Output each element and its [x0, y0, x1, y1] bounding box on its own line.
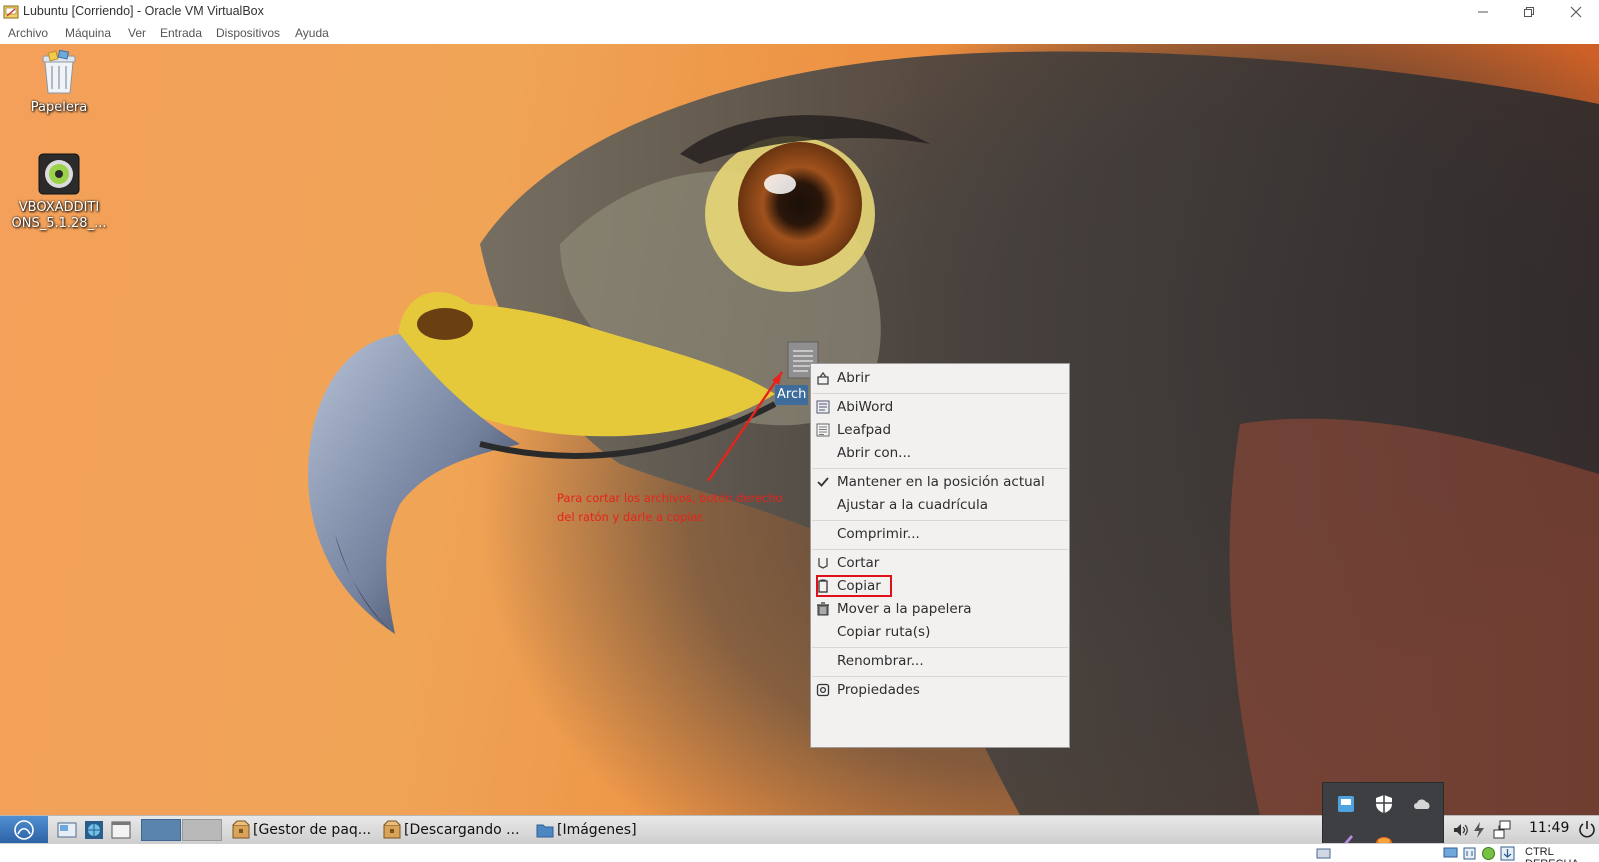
- package-manager-icon: [232, 820, 250, 839]
- network-browser-button[interactable]: [83, 819, 105, 841]
- menu-ver[interactable]: Ver: [128, 26, 146, 40]
- menu-item-comprimir[interactable]: Comprimir...: [811, 523, 1069, 546]
- menu-separator: [812, 393, 1068, 394]
- menu-item-renombrar[interactable]: Renombrar...: [811, 650, 1069, 673]
- show-desktop-icon: [57, 822, 77, 838]
- menu-item-abiword[interactable]: AbiWord: [811, 396, 1069, 419]
- network-browser-icon: [85, 821, 103, 839]
- restore-icon: [1524, 7, 1534, 17]
- virtualbox-app-icon: [3, 5, 19, 19]
- open-icon: [817, 371, 829, 385]
- shield-icon[interactable]: [1373, 793, 1395, 815]
- menu-item-abrir[interactable]: Abrir: [811, 367, 1069, 390]
- lubuntu-menu-icon: [14, 819, 34, 840]
- abiword-icon: [816, 400, 830, 414]
- usb-icon[interactable]: [1462, 846, 1477, 861]
- menu-separator: [812, 468, 1068, 469]
- properties-icon: [816, 683, 830, 697]
- check-icon: [817, 477, 829, 487]
- menu-archivo[interactable]: Archivo: [8, 26, 48, 40]
- workspace-1[interactable]: [141, 819, 181, 841]
- menu-item-mover-papelera[interactable]: Mover a la papelera: [811, 598, 1069, 621]
- taskbar: [Gestor de paq... [Descargando ... [Imág…: [0, 815, 1322, 843]
- guest-desktop[interactable]: Papelera VBOXADDITI ONS_5.1.28_... Arch …: [0, 44, 1599, 815]
- host-key-label: CTRL DERECHA: [1525, 846, 1579, 862]
- show-desktop-button[interactable]: [56, 819, 78, 841]
- annotation-line-2: del ratón y darle a copiar.: [557, 510, 705, 524]
- capture-icon[interactable]: [1500, 846, 1515, 861]
- context-menu: Abrir AbiWord Leafpad Abrir con... Mante…: [810, 363, 1070, 748]
- cloud-icon[interactable]: [1411, 793, 1433, 815]
- volume-icon[interactable]: [1452, 821, 1470, 839]
- menu-separator: [812, 520, 1068, 521]
- menu-item-propiedades[interactable]: Propiedades: [811, 679, 1069, 702]
- menubar: Archivo Máquina Ver Entrada Dispositivos…: [0, 24, 1599, 44]
- restore-button[interactable]: [1506, 0, 1552, 24]
- menu-maquina[interactable]: Máquina: [65, 26, 111, 40]
- window-button[interactable]: [110, 819, 132, 841]
- menu-dispositivos[interactable]: Dispositivos: [216, 26, 280, 40]
- cut-icon: [818, 558, 828, 569]
- close-button[interactable]: [1553, 0, 1599, 24]
- shared-folder-icon[interactable]: [1481, 846, 1496, 861]
- menu-item-cortar[interactable]: Cortar: [811, 552, 1069, 575]
- power-icon[interactable]: [1472, 821, 1486, 839]
- menu-ayuda[interactable]: Ayuda: [295, 26, 329, 40]
- menu-item-ajustar-cuadricula[interactable]: Ajustar a la cuadrícula: [811, 494, 1069, 517]
- annotation-arrow: [707, 371, 783, 482]
- menu-separator: [812, 549, 1068, 550]
- window-title: Lubuntu [Corriendo] - Oracle VM VirtualB…: [23, 4, 264, 18]
- annotation-text: Para cortar los archivos, botón derecho …: [557, 489, 817, 527]
- minimize-icon: [1478, 11, 1488, 13]
- network-icon[interactable]: [1492, 820, 1512, 840]
- window-titlebar: Lubuntu [Corriendo] - Oracle VM VirtualB…: [0, 0, 1599, 24]
- menu-item-mantener-posicion[interactable]: Mantener en la posición actual: [811, 471, 1069, 494]
- menu-item-copiar[interactable]: Copiar: [811, 575, 1069, 598]
- display-icon[interactable]: [1443, 846, 1458, 861]
- annotation-line-1: Para cortar los archivos, botón derecho: [557, 491, 783, 505]
- minimize-button[interactable]: [1460, 0, 1506, 24]
- menu-item-leafpad[interactable]: Leafpad: [811, 419, 1069, 442]
- trash-icon: [817, 602, 829, 616]
- taskbar-tray: 11:49: [1444, 815, 1599, 843]
- storage-icon[interactable]: [1316, 846, 1331, 861]
- download-icon: [383, 820, 401, 839]
- close-icon: [1570, 6, 1582, 18]
- clock[interactable]: 11:49: [1529, 820, 1569, 836]
- menu-entrada[interactable]: Entrada: [160, 26, 202, 40]
- task-descargando[interactable]: [Descargando ...: [382, 818, 520, 842]
- start-menu-button[interactable]: [0, 816, 48, 843]
- copy-icon: [818, 579, 828, 593]
- workspace-2[interactable]: [182, 819, 222, 841]
- task-imagenes[interactable]: [Imágenes]: [535, 818, 637, 842]
- leafpad-icon: [816, 423, 830, 437]
- menu-item-abrir-con[interactable]: Abrir con...: [811, 442, 1069, 465]
- menu-separator: [812, 647, 1068, 648]
- menu-item-copiar-ruta[interactable]: Copiar ruta(s): [811, 621, 1069, 644]
- task-gestor-paquetes[interactable]: [Gestor de paq...: [231, 818, 371, 842]
- tray-app-icon[interactable]: [1335, 793, 1357, 815]
- window-icon: [111, 821, 131, 839]
- menu-separator: [812, 676, 1068, 677]
- virtualbox-statusbar: CTRL DERECHA: [0, 843, 1599, 862]
- shutdown-icon[interactable]: [1578, 820, 1596, 838]
- folder-icon: [536, 824, 554, 838]
